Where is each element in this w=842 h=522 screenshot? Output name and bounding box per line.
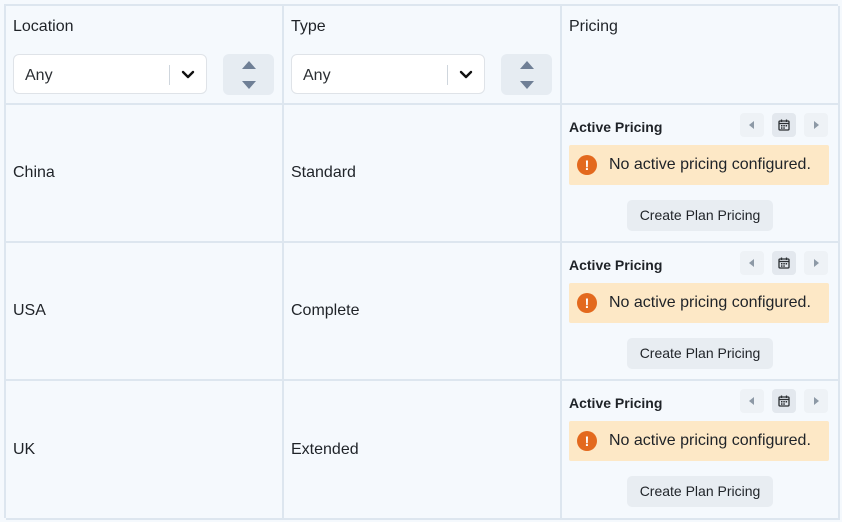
type-value: Extended — [291, 440, 359, 458]
caret-right-icon — [814, 397, 819, 405]
previous-pricing-button[interactable] — [740, 113, 764, 137]
caret-left-icon — [749, 397, 754, 405]
pricing-calendar-button[interactable] — [772, 251, 796, 275]
caret-right-icon — [814, 121, 819, 129]
caret-left-icon — [749, 121, 754, 129]
alert-message: No active pricing configured. — [609, 432, 811, 449]
header-pricing: Pricing — [562, 6, 840, 105]
active-pricing-title: Active Pricing — [569, 119, 663, 135]
no-pricing-alert: ! No active pricing configured. — [569, 421, 829, 461]
header-location: Location Any — [6, 6, 284, 105]
exclamation-icon: ! — [577, 431, 597, 451]
create-plan-pricing-button[interactable]: Create Plan Pricing — [627, 476, 773, 507]
sort-up-icon — [520, 61, 534, 69]
pricing-calendar-button[interactable] — [772, 389, 796, 413]
table-cell-type: Standard — [284, 105, 562, 243]
column-header-type: Type — [291, 18, 326, 35]
select-divider — [169, 65, 170, 85]
type-sort-button[interactable] — [501, 54, 552, 95]
table-cell-location: China — [6, 105, 284, 243]
table-cell-type: Extended — [284, 381, 562, 520]
previous-pricing-button[interactable] — [740, 389, 764, 413]
calendar-icon — [778, 119, 790, 131]
next-pricing-button[interactable] — [804, 389, 828, 413]
location-filter-value: Any — [25, 67, 53, 84]
header-type: Type Any — [284, 6, 562, 105]
alert-message: No active pricing configured. — [609, 294, 811, 311]
caret-right-icon — [814, 259, 819, 267]
location-value: USA — [13, 302, 46, 319]
alert-message: No active pricing configured. — [609, 156, 811, 173]
type-value: Standard — [291, 164, 356, 181]
type-filter-value: Any — [303, 67, 331, 84]
table-cell-pricing: Active Pricing ! No active pricing confi… — [562, 105, 840, 243]
no-pricing-alert: ! No active pricing configured. — [569, 145, 829, 185]
select-divider — [447, 65, 448, 85]
calendar-icon — [778, 257, 790, 269]
chevron-down-icon — [181, 70, 195, 79]
chevron-down-icon — [459, 70, 473, 79]
no-pricing-alert: ! No active pricing configured. — [569, 283, 829, 323]
table-cell-type: Complete — [284, 243, 562, 381]
next-pricing-button[interactable] — [804, 251, 828, 275]
active-pricing-title: Active Pricing — [569, 395, 663, 411]
column-header-location: Location — [13, 18, 74, 35]
type-value: Complete — [291, 302, 360, 319]
column-header-pricing: Pricing — [569, 18, 618, 35]
calendar-icon — [778, 395, 790, 407]
location-filter-select[interactable]: Any — [13, 54, 207, 94]
location-sort-button[interactable] — [223, 54, 274, 95]
pricing-table: Location Any Type Any Pricing China Stan… — [4, 4, 840, 520]
table-cell-location: USA — [6, 243, 284, 381]
next-pricing-button[interactable] — [804, 113, 828, 137]
table-cell-pricing: Active Pricing ! No active pricing confi… — [562, 381, 840, 520]
exclamation-icon: ! — [577, 293, 597, 313]
location-value: China — [13, 164, 55, 181]
exclamation-icon: ! — [577, 155, 597, 175]
caret-left-icon — [749, 259, 754, 267]
type-filter-select[interactable]: Any — [291, 54, 485, 94]
previous-pricing-button[interactable] — [740, 251, 764, 275]
sort-down-icon — [242, 81, 256, 89]
create-plan-pricing-button[interactable]: Create Plan Pricing — [627, 338, 773, 369]
location-value: UK — [13, 440, 36, 458]
pricing-calendar-button[interactable] — [772, 113, 796, 137]
table-cell-pricing: Active Pricing ! No active pricing confi… — [562, 243, 840, 381]
active-pricing-title: Active Pricing — [569, 257, 663, 273]
sort-up-icon — [242, 61, 256, 69]
sort-down-icon — [520, 81, 534, 89]
table-cell-location: UK — [6, 381, 284, 520]
create-plan-pricing-button[interactable]: Create Plan Pricing — [627, 200, 773, 231]
